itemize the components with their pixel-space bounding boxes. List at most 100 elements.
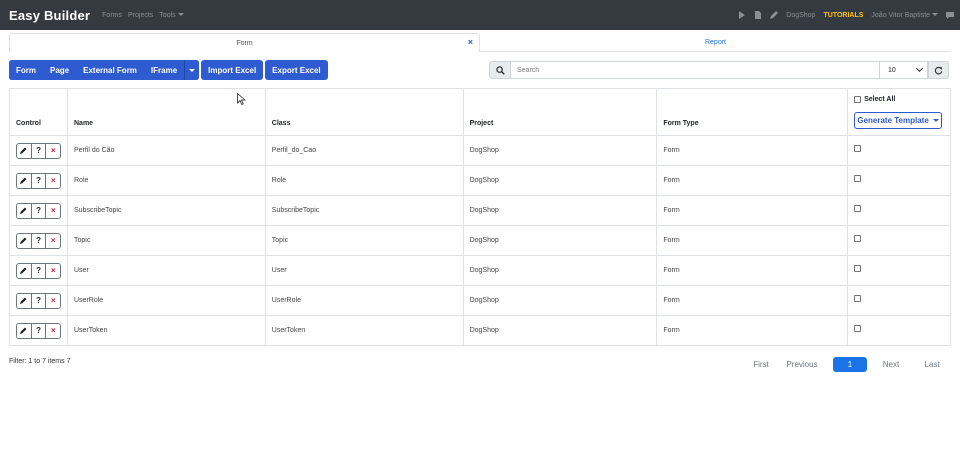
help-button[interactable]: ?: [31, 233, 47, 248]
cell-name: Perfil do Cão: [67, 135, 266, 166]
edit-button[interactable]: [17, 203, 32, 218]
row-checkbox[interactable]: [854, 325, 862, 332]
cell-form-type: Form: [656, 255, 849, 286]
app-title[interactable]: Easy Builder: [9, 8, 90, 23]
row-control-buttons: ? ×: [16, 232, 61, 249]
pager-last[interactable]: Last: [909, 357, 955, 372]
row-checkbox[interactable]: [854, 295, 862, 302]
new-form-button[interactable]: Form: [9, 60, 43, 80]
table-row[interactable]: ? × Topic Topic DogShop Form: [9, 225, 951, 256]
export-excel-button[interactable]: Export Excel: [265, 60, 328, 80]
row-control-buttons: ? ×: [16, 142, 61, 159]
cell-class: Role: [264, 165, 464, 196]
search-button[interactable]: [489, 61, 511, 79]
pencil-icon: [20, 207, 27, 214]
row-checkbox[interactable]: [854, 175, 862, 182]
cell-name: UserRole: [67, 285, 266, 316]
select-all[interactable]: Select All: [854, 96, 895, 103]
search-input[interactable]: [511, 61, 880, 79]
cell-project: DogShop: [462, 315, 658, 346]
control-cell: ? ×: [9, 165, 68, 196]
help-button[interactable]: ?: [31, 293, 47, 308]
table-row[interactable]: ? × SubscribeTopic SubscribeTopic DogShop For…: [9, 195, 951, 226]
cell-name: User: [67, 255, 266, 286]
header-form-type[interactable]: Form Type: [656, 88, 849, 136]
row-control-buttons: ? ×: [16, 172, 61, 189]
nav-tutorials[interactable]: TUTORIALS: [823, 12, 863, 19]
edit-button[interactable]: [17, 323, 32, 338]
cell-class: UserToken: [264, 315, 464, 346]
row-checkbox[interactable]: [854, 235, 862, 242]
table-row[interactable]: ? × UserToken UserToken DogShop Form: [9, 315, 951, 346]
cell-name: SubscribeTopic: [67, 195, 266, 226]
select-cell: [847, 255, 951, 286]
row-control-buttons: ? ×: [16, 202, 61, 219]
row-checkbox[interactable]: [854, 145, 862, 152]
nav-tools[interactable]: Tools: [159, 12, 184, 19]
top-navbar: Easy Builder Forms Projects Tools DogSho…: [0, 0, 960, 30]
cell-class: Perfil_do_Cao: [264, 135, 464, 166]
edit-button[interactable]: [17, 293, 32, 308]
select-cell: [847, 315, 951, 346]
control-cell: ? ×: [9, 285, 68, 316]
play-icon[interactable]: [738, 11, 746, 19]
header-class[interactable]: Class: [264, 88, 464, 136]
edit-button[interactable]: [17, 263, 32, 278]
header-name[interactable]: Name: [67, 88, 266, 136]
nav-projects[interactable]: Projects: [128, 12, 153, 19]
header-project[interactable]: Project: [462, 88, 658, 136]
nav-user-menu[interactable]: João Vitor Baptiste: [871, 12, 938, 19]
select-all-checkbox[interactable]: [854, 96, 862, 103]
nav-right: DogShop TUTORIALS João Vitor Baptiste: [738, 0, 954, 30]
cell-name: Topic: [67, 225, 266, 256]
pager-current-page[interactable]: 1: [833, 357, 867, 372]
pager-previous[interactable]: Previous: [777, 357, 827, 372]
page-size-select[interactable]: 10: [880, 61, 928, 79]
close-tab-icon[interactable]: ×: [468, 38, 473, 47]
nav-project-name[interactable]: DogShop: [786, 12, 815, 19]
import-excel-button[interactable]: Import Excel: [201, 60, 264, 80]
table-row[interactable]: ? × UserRole UserRole DogShop Form: [9, 285, 951, 316]
pencil-icon: [20, 297, 27, 304]
cell-form-type: Form: [656, 195, 849, 226]
tab-form[interactable]: Form ×: [9, 33, 480, 52]
delete-button[interactable]: ×: [46, 263, 60, 278]
edit-button[interactable]: [17, 173, 32, 188]
delete-button[interactable]: ×: [46, 203, 60, 218]
table-row[interactable]: ? × Perfil do Cão Perfil_do_Cao DogShop Form: [9, 135, 951, 166]
new-external-form-button[interactable]: External Form: [76, 60, 144, 80]
row-checkbox[interactable]: [854, 265, 862, 272]
pager-next[interactable]: Next: [873, 357, 909, 372]
table-row[interactable]: ? × Role Role DogShop Form: [9, 165, 951, 196]
refresh-button[interactable]: [928, 61, 949, 79]
delete-button[interactable]: ×: [46, 143, 60, 158]
delete-button[interactable]: ×: [46, 323, 60, 338]
row-checkbox[interactable]: [854, 205, 862, 212]
new-iframe-button[interactable]: IFrame: [143, 60, 185, 80]
help-button[interactable]: ?: [31, 323, 47, 338]
edit-button[interactable]: [17, 233, 32, 248]
help-button[interactable]: ?: [31, 143, 47, 158]
delete-button[interactable]: ×: [46, 293, 60, 308]
help-button[interactable]: ?: [31, 203, 47, 218]
help-button[interactable]: ?: [31, 263, 47, 278]
tab-report[interactable]: Report: [480, 33, 951, 52]
cell-form-type: Form: [656, 285, 849, 316]
edit-button[interactable]: [17, 143, 32, 158]
control-cell: ? ×: [9, 255, 68, 286]
delete-button[interactable]: ×: [46, 173, 60, 188]
more-dropdown-toggle[interactable]: [184, 60, 200, 80]
table-row[interactable]: ? × User User DogShop Form: [9, 255, 951, 286]
chat-icon[interactable]: [946, 11, 954, 19]
generate-template-button[interactable]: Generate Template: [854, 112, 943, 129]
pencil-icon[interactable]: [770, 11, 779, 19]
nav-forms[interactable]: Forms: [102, 12, 122, 19]
delete-button[interactable]: ×: [46, 233, 60, 248]
cell-form-type: Form: [656, 135, 849, 166]
help-button[interactable]: ?: [31, 173, 47, 188]
pager-first[interactable]: First: [745, 357, 777, 372]
document-icon[interactable]: [754, 11, 762, 19]
pencil-icon: [20, 177, 27, 184]
new-page-button[interactable]: Page: [43, 60, 77, 80]
select-all-label: Select All: [864, 96, 896, 103]
